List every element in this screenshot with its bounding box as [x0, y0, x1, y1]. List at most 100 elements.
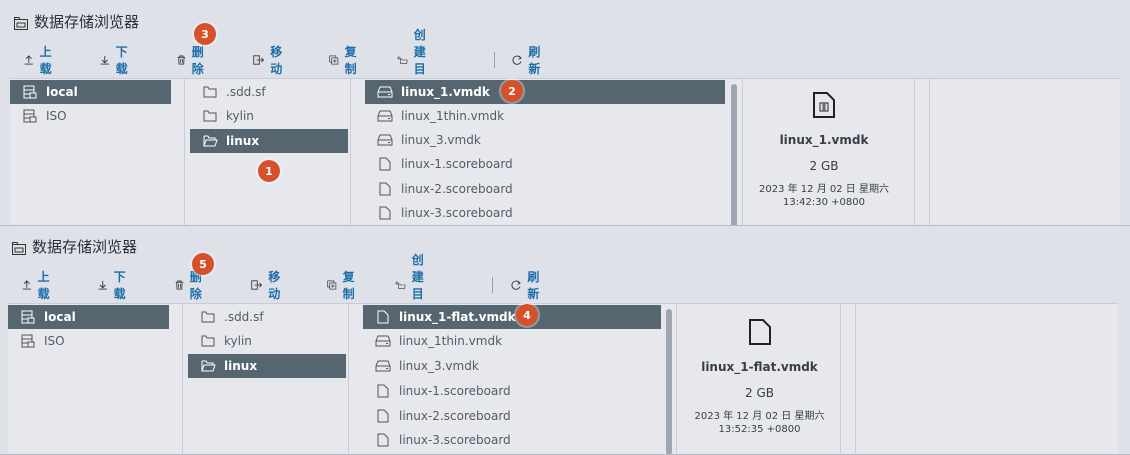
file-icon [375, 309, 391, 325]
folder-item-selected[interactable]: linux [190, 129, 348, 153]
file-icon [377, 205, 393, 221]
datastore-column: local ISO [8, 304, 183, 454]
file-item[interactable]: linux-2.scoreboard [363, 404, 661, 428]
file-column: linux_1-flat.vmdk linux_1thin.vmdk linux… [363, 304, 673, 454]
file-icon [377, 156, 393, 172]
file-item[interactable]: linux-3.scoreboard [365, 201, 725, 225]
upload-arrow-icon [24, 55, 33, 65]
copy-icon [327, 280, 337, 290]
browser-columns: local ISO .sdd.sf kylin linux [10, 78, 1120, 225]
folder-item[interactable]: .sdd.sf [188, 305, 346, 329]
toolbar-separator [492, 277, 493, 293]
move-button[interactable]: 移动 [253, 43, 287, 77]
folder-item[interactable]: kylin [188, 329, 346, 353]
file-detail: linux_1.vmdk 2 GB 2023 年 12 月 02 日 星期六 1… [743, 91, 905, 209]
file-column: linux_1.vmdk linux_1thin.vmdk linux_3.vm… [365, 79, 737, 225]
datastore-icon [22, 84, 38, 100]
step-badge-3: 3 [194, 23, 216, 45]
move-button[interactable]: 移动 [251, 268, 285, 302]
file-icon [748, 318, 772, 346]
file-item[interactable]: linux_3.vmdk [365, 128, 725, 152]
file-column-scrollbar[interactable] [731, 84, 737, 225]
disk-icon [375, 333, 391, 349]
folder-column: .sdd.sf kylin linux [184, 304, 349, 454]
file-item[interactable]: linux-3.scoreboard [363, 428, 661, 452]
vmdk-file-icon [812, 91, 836, 119]
panel-title: 数据存储浏览器 [12, 235, 137, 257]
folder-item-selected[interactable]: linux [188, 354, 346, 378]
trash-icon [175, 280, 184, 290]
file-detail: linux_1-flat.vmdk 2 GB 2023 年 12 月 02 日 … [677, 318, 842, 436]
file-item[interactable]: linux_3.vmdk [363, 354, 661, 378]
refresh-button[interactable]: 刷新 [511, 268, 544, 302]
refresh-icon [511, 280, 521, 290]
file-icon [377, 181, 393, 197]
column-spacer [842, 304, 856, 454]
datastore-column: local ISO [10, 79, 185, 225]
open-folder-icon [200, 358, 216, 374]
file-icon [375, 432, 391, 448]
disk-icon [377, 132, 393, 148]
file-icon [375, 408, 391, 424]
upload-button[interactable]: 上载 [24, 43, 56, 77]
upload-arrow-icon [22, 280, 31, 290]
toolbar-separator [494, 52, 495, 68]
disk-icon [377, 108, 393, 124]
file-item[interactable]: linux-1.scoreboard [365, 152, 725, 176]
open-folder-icon [202, 133, 218, 149]
disk-icon [375, 358, 391, 374]
datastore-icon [20, 333, 36, 349]
file-item[interactable]: linux-1.scoreboard [363, 379, 661, 403]
move-icon [253, 55, 265, 65]
file-item[interactable]: linux_1thin.vmdk [363, 329, 661, 353]
datastore-browser-panel-2: 数据存储浏览器 上载 下载 删除 移动 复制 创建目录 刷新 [0, 226, 1130, 455]
datastore-item-iso[interactable]: ISO [8, 329, 169, 353]
file-item-selected[interactable]: linux_1.vmdk [365, 80, 725, 104]
detail-column: linux_1-flat.vmdk 2 GB 2023 年 12 月 02 日 … [676, 304, 842, 454]
folder-icon [202, 108, 218, 124]
trash-icon [177, 55, 186, 65]
folder-item[interactable]: .sdd.sf [190, 80, 348, 104]
datastore-browser-panel-1: 数据存储浏览器 上载 下载 删除 移动 复制 创建目录 刷新 [0, 0, 1130, 226]
upload-button[interactable]: 上载 [22, 268, 54, 302]
folder-icon [200, 309, 216, 325]
step-badge-1: 1 [258, 160, 280, 182]
folder-icon [202, 84, 218, 100]
move-icon [251, 280, 263, 290]
panel-title: 数据存储浏览器 [14, 10, 139, 32]
step-badge-5: 5 [192, 253, 214, 275]
datastore-item-iso[interactable]: ISO [10, 104, 171, 128]
folder-item[interactable]: kylin [190, 104, 348, 128]
datastore-browser-icon [12, 240, 26, 255]
step-badge-4: 4 [516, 304, 538, 326]
browser-columns: local ISO .sdd.sf kylin linux [8, 303, 1118, 454]
column-spacer [916, 79, 930, 225]
file-item[interactable]: linux_1thin.vmdk [365, 104, 725, 128]
copy-button[interactable]: 复制 [329, 43, 361, 77]
file-column-scrollbar[interactable] [666, 309, 672, 454]
datastore-icon [20, 309, 36, 325]
new-folder-icon [395, 281, 406, 289]
step-badge-2: 2 [501, 80, 523, 102]
download-arrow-icon [98, 280, 107, 290]
download-button[interactable]: 下载 [98, 268, 130, 302]
file-icon [375, 383, 391, 399]
refresh-button[interactable]: 刷新 [512, 43, 545, 77]
detail-column: linux_1.vmdk 2 GB 2023 年 12 月 02 日 星期六 1… [742, 79, 915, 225]
new-folder-icon [397, 56, 408, 64]
disk-icon [377, 84, 393, 100]
datastore-icon [22, 108, 38, 124]
datastore-item-local[interactable]: local [10, 80, 171, 104]
folder-icon [200, 333, 216, 349]
delete-button[interactable]: 删除 [177, 43, 208, 77]
copy-icon [329, 55, 339, 65]
download-button[interactable]: 下载 [100, 43, 132, 77]
file-item[interactable]: linux-2.scoreboard [365, 177, 725, 201]
datastore-browser-icon [14, 15, 28, 30]
copy-button[interactable]: 复制 [327, 268, 359, 302]
datastore-item-local[interactable]: local [8, 305, 169, 329]
download-arrow-icon [100, 55, 109, 65]
file-item-selected[interactable]: linux_1-flat.vmdk [363, 305, 661, 329]
refresh-icon [512, 55, 522, 65]
folder-column: .sdd.sf kylin linux [186, 79, 351, 225]
